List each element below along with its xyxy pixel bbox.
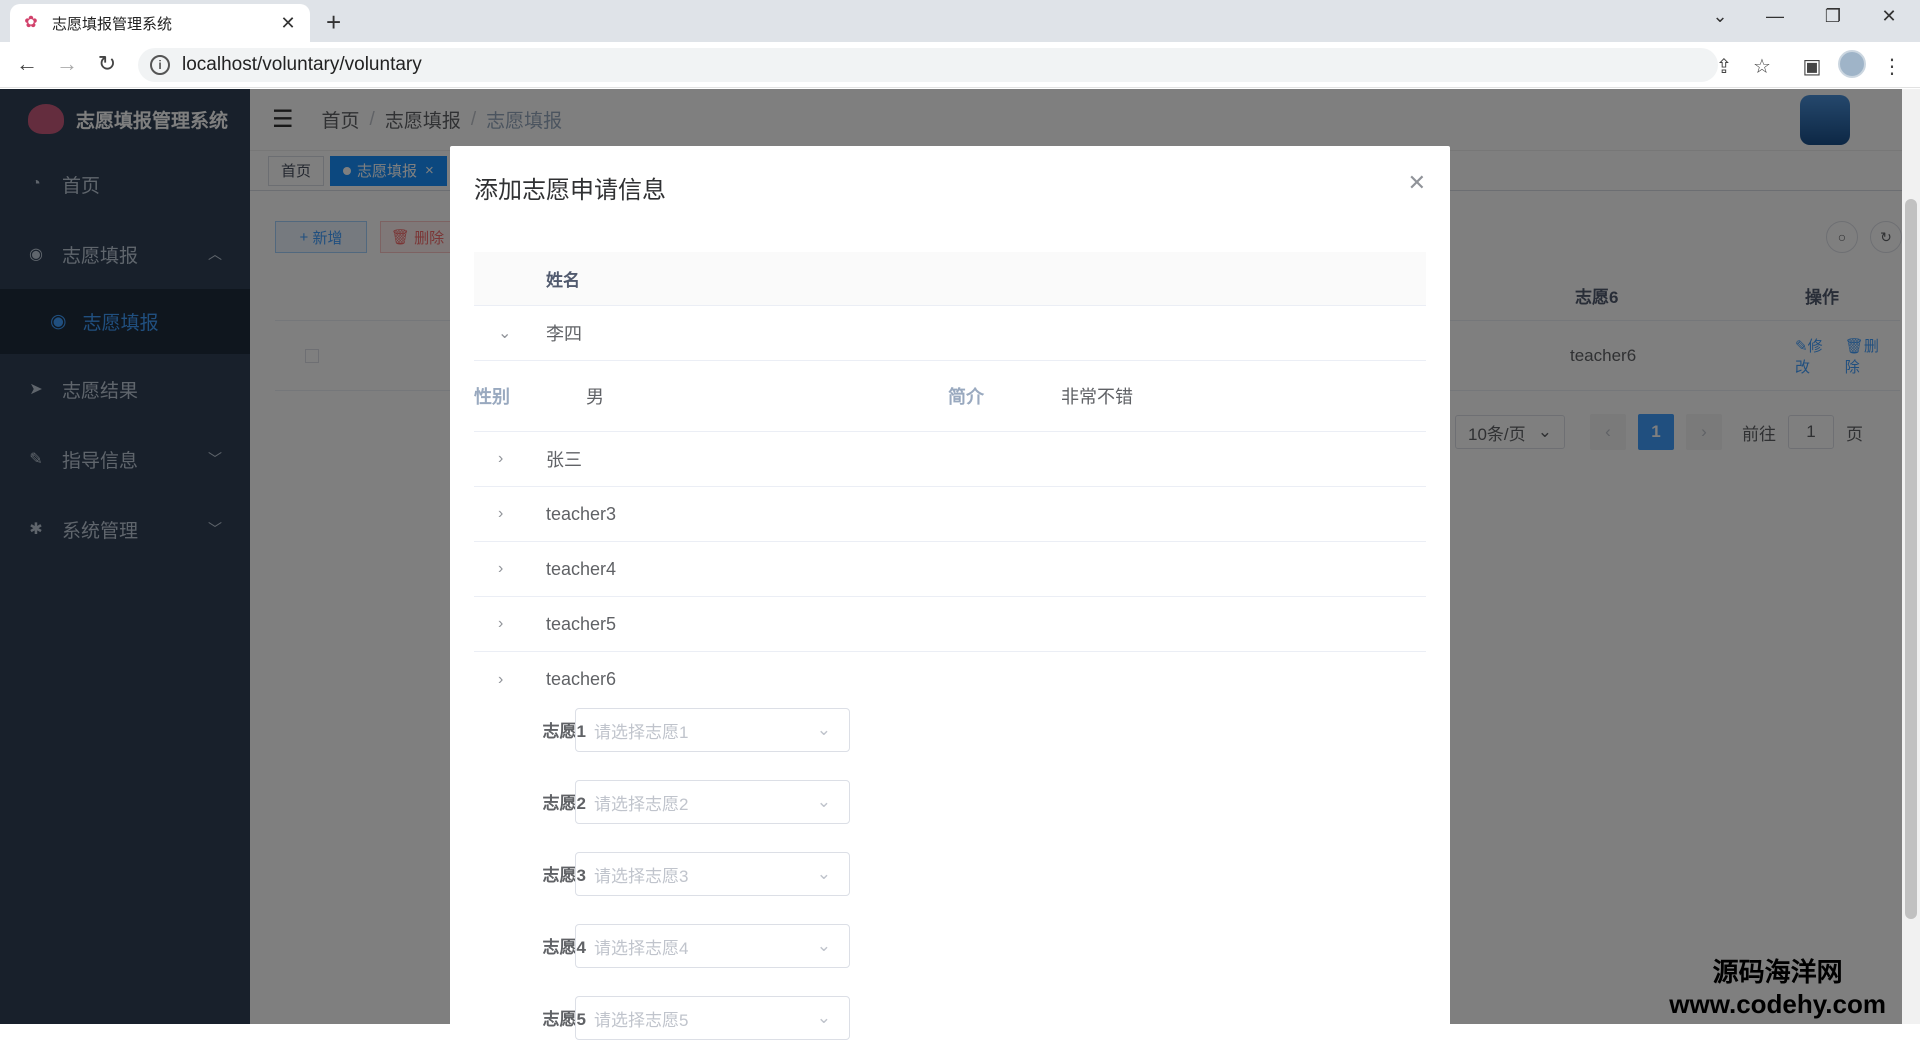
more-menu-icon[interactable]: ⋮ <box>1878 54 1906 79</box>
row-name: teacher5 <box>546 597 616 651</box>
form-row-voluntary5: 志愿5 请选择志愿5⌄ <box>474 994 874 1040</box>
voluntary2-select[interactable]: 请选择志愿2 ⌄ <box>575 780 850 824</box>
profile-avatar[interactable] <box>1838 50 1866 78</box>
voluntary4-select[interactable]: 请选择志愿4 ⌄ <box>575 924 850 968</box>
chevron-down-icon: ⌄ <box>817 864 831 884</box>
row-name: teacher6 <box>546 652 616 707</box>
chevron-down-icon: ⌄ <box>817 936 831 956</box>
forward-icon[interactable]: → <box>52 52 82 76</box>
intro-label: 简介 <box>948 361 984 431</box>
app-favicon-icon: ✿ <box>22 14 40 32</box>
select-placeholder: 请选择志愿4 <box>594 934 688 959</box>
close-window-button[interactable]: ✕ <box>1869 6 1909 27</box>
chevron-down-icon: ⌄ <box>817 720 831 740</box>
teacher-table: 姓名 ⌄ 李四 性别 男 简介 非常不错 › 张三 › teacher3 › t… <box>474 252 1426 707</box>
watermark-line2: www.codehy.com <box>1669 989 1886 1020</box>
watermark: 源码海洋网 www.codehy.com <box>1669 952 1886 1020</box>
table-row[interactable]: › teacher4 <box>474 542 1426 597</box>
url-text: localhost/voluntary/voluntary <box>182 54 422 76</box>
chevron-right-icon[interactable]: › <box>498 597 503 651</box>
address-bar: ← → ↻ i localhost/voluntary/voluntary ⇪ … <box>0 42 1920 88</box>
back-icon[interactable]: ← <box>12 52 42 76</box>
gender-label: 性别 <box>474 361 510 431</box>
chevron-right-icon[interactable]: › <box>498 432 503 486</box>
chevron-down-icon: ⌄ <box>817 1008 831 1028</box>
row-name: 李四 <box>546 306 582 360</box>
page-scrollbar[interactable] <box>1902 89 1920 1024</box>
close-tab-icon[interactable]: ✕ <box>278 13 298 34</box>
form-row-voluntary2: 志愿2 请选择志愿2⌄ <box>474 778 874 824</box>
close-icon[interactable]: ✕ <box>1408 170 1426 196</box>
select-placeholder: 请选择志愿1 <box>594 718 688 743</box>
table-row[interactable]: › teacher3 <box>474 487 1426 542</box>
share-icon[interactable]: ⇪ <box>1710 54 1738 79</box>
table-row[interactable]: ⌄ 李四 <box>474 306 1426 361</box>
teacher-table-header: 姓名 <box>474 252 1426 306</box>
select-placeholder: 请选择志愿5 <box>594 1006 688 1031</box>
browser-tab[interactable]: ✿ 志愿填报管理系统 ✕ <box>10 4 310 42</box>
chevron-right-icon[interactable]: › <box>498 542 503 596</box>
url-field[interactable]: i localhost/voluntary/voluntary <box>138 48 1718 82</box>
voluntary5-select[interactable]: 请选择志愿5 ⌄ <box>575 996 850 1040</box>
chevron-right-icon[interactable]: › <box>498 487 503 541</box>
row-name: teacher3 <box>546 487 616 541</box>
table-row[interactable]: › teacher5 <box>474 597 1426 652</box>
table-row[interactable]: › 张三 <box>474 432 1426 487</box>
intro-value: 非常不错 <box>1061 361 1133 431</box>
chevron-down-icon[interactable]: ⌄ <box>498 306 511 360</box>
chevron-right-icon[interactable]: › <box>498 652 503 707</box>
header-name: 姓名 <box>546 252 580 305</box>
expanded-details: 性别 男 简介 非常不错 <box>474 361 1426 432</box>
tab-search-icon[interactable]: ⌄ <box>1700 6 1740 27</box>
voluntary3-select[interactable]: 请选择志愿3 ⌄ <box>575 852 850 896</box>
row-name: teacher4 <box>546 542 616 596</box>
row-name: 张三 <box>546 432 582 486</box>
watermark-line1: 源码海洋网 <box>1669 952 1886 989</box>
tab-title: 志愿填报管理系统 <box>52 13 278 34</box>
form-row-voluntary1: 志愿1 请选择志愿1⌄ <box>474 706 874 752</box>
select-placeholder: 请选择志愿2 <box>594 790 688 815</box>
gender-value: 男 <box>586 361 604 431</box>
maximize-button[interactable]: ❐ <box>1813 6 1853 27</box>
chevron-down-icon: ⌄ <box>817 792 831 812</box>
reload-icon[interactable]: ↻ <box>92 52 122 76</box>
minimize-button[interactable]: — <box>1755 6 1795 27</box>
voluntary1-select[interactable]: 请选择志愿1 ⌄ <box>575 708 850 752</box>
site-info-icon[interactable]: i <box>150 55 170 75</box>
select-placeholder: 请选择志愿3 <box>594 862 688 887</box>
dialog-title: 添加志愿申请信息 <box>474 170 666 205</box>
new-tab-button[interactable]: + <box>326 8 341 36</box>
form-row-voluntary4: 志愿4 请选择志愿4⌄ <box>474 922 874 968</box>
side-panel-icon[interactable]: ▣ <box>1798 54 1826 79</box>
browser-tab-strip: ✿ 志愿填报管理系统 ✕ + ⌄ — ❐ ✕ <box>0 0 1920 42</box>
form-row-voluntary3: 志愿3 请选择志愿3⌄ <box>474 850 874 896</box>
add-voluntary-dialog: 添加志愿申请信息 ✕ 姓名 ⌄ 李四 性别 男 简介 非常不错 › 张三 › t… <box>450 146 1450 1026</box>
scrollbar-thumb[interactable] <box>1905 199 1917 919</box>
bookmark-star-icon[interactable]: ☆ <box>1748 54 1776 79</box>
table-row[interactable]: › teacher6 <box>474 652 1426 707</box>
